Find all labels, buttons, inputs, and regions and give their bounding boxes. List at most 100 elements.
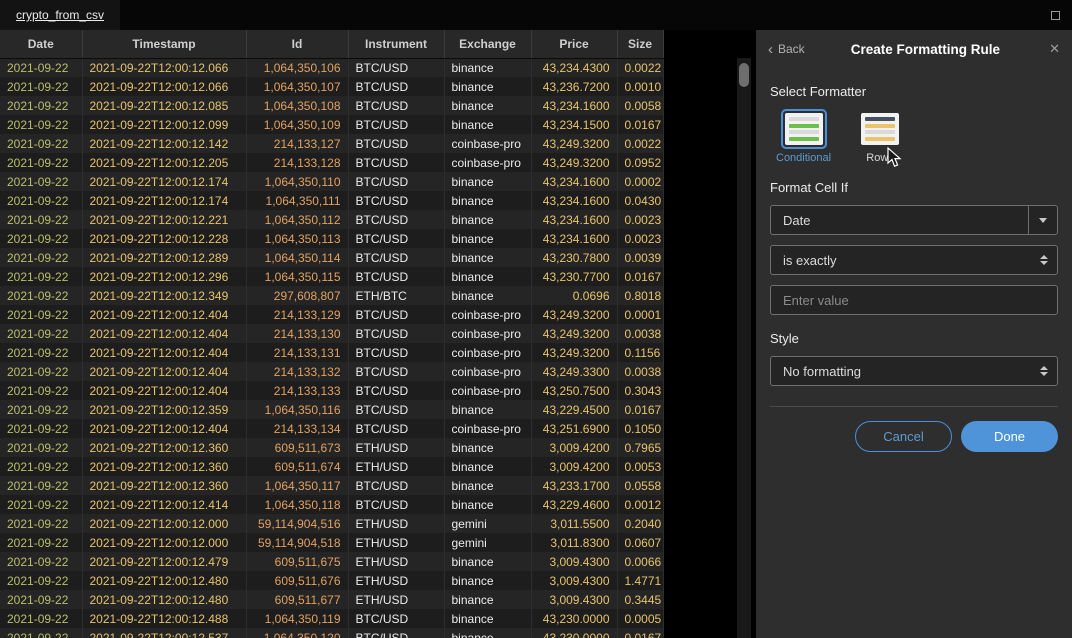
cell-price[interactable]: 43,234.1500 xyxy=(531,115,617,134)
cell-size[interactable]: 0.0023 xyxy=(617,229,663,248)
cell-date[interactable]: 2021-09-22 xyxy=(0,267,82,286)
cell-timestamp[interactable]: 2021-09-22T12:00:12.360 xyxy=(82,476,246,495)
cell-date[interactable]: 2021-09-22 xyxy=(0,77,82,96)
cell-instrument[interactable]: BTC/USD xyxy=(348,172,444,191)
cell-size[interactable]: 0.0430 xyxy=(617,191,663,210)
cell-size[interactable]: 0.3445 xyxy=(617,590,663,609)
cell-instrument[interactable]: BTC/USD xyxy=(348,400,444,419)
cell-instrument[interactable]: BTC/USD xyxy=(348,324,444,343)
cell-timestamp[interactable]: 2021-09-22T12:00:12.414 xyxy=(82,495,246,514)
cell-instrument[interactable]: ETH/BTC xyxy=(348,286,444,305)
cell-exchange[interactable]: binance xyxy=(444,267,531,286)
cell-timestamp[interactable]: 2021-09-22T12:00:12.000 xyxy=(82,533,246,552)
cell-timestamp[interactable]: 2021-09-22T12:00:12.360 xyxy=(82,438,246,457)
cell-timestamp[interactable]: 2021-09-22T12:00:12.205 xyxy=(82,153,246,172)
cell-size[interactable]: 0.3043 xyxy=(617,381,663,400)
cell-instrument[interactable]: BTC/USD xyxy=(348,191,444,210)
cell-size[interactable]: 0.0022 xyxy=(617,134,663,153)
cell-id[interactable]: 1,064,350,108 xyxy=(246,96,348,115)
formatter-option-conditional[interactable]: Conditional xyxy=(776,109,831,164)
cell-instrument[interactable]: BTC/USD xyxy=(348,115,444,134)
cell-id[interactable]: 214,133,133 xyxy=(246,381,348,400)
cell-date[interactable]: 2021-09-22 xyxy=(0,58,82,77)
cell-instrument[interactable]: BTC/USD xyxy=(348,229,444,248)
maximize-button[interactable] xyxy=(1038,0,1072,30)
cell-size[interactable]: 0.7965 xyxy=(617,438,663,457)
cell-exchange[interactable]: binance xyxy=(444,609,531,628)
cell-timestamp[interactable]: 2021-09-22T12:00:12.479 xyxy=(82,552,246,571)
cell-price[interactable]: 43,230.7700 xyxy=(531,267,617,286)
cell-instrument[interactable]: ETH/USD xyxy=(348,457,444,476)
cell-exchange[interactable]: coinbase-pro xyxy=(444,153,531,172)
column-header-id[interactable]: Id xyxy=(246,30,348,58)
cell-date[interactable]: 2021-09-22 xyxy=(0,210,82,229)
cell-date[interactable]: 2021-09-22 xyxy=(0,191,82,210)
cell-price[interactable]: 43,251.6900 xyxy=(531,419,617,438)
cell-price[interactable]: 43,230.0000 xyxy=(531,628,617,638)
cell-id[interactable]: 1,064,350,106 xyxy=(246,58,348,77)
cell-instrument[interactable]: BTC/USD xyxy=(348,210,444,229)
cell-exchange[interactable]: coinbase-pro xyxy=(444,305,531,324)
style-dropdown[interactable]: No formatting xyxy=(770,356,1058,386)
cell-timestamp[interactable]: 2021-09-22T12:00:12.228 xyxy=(82,229,246,248)
cell-price[interactable]: 3,011.8300 xyxy=(531,533,617,552)
cell-instrument[interactable]: ETH/USD xyxy=(348,590,444,609)
cell-instrument[interactable]: BTC/USD xyxy=(348,362,444,381)
cell-size[interactable]: 0.0167 xyxy=(617,267,663,286)
cell-exchange[interactable]: binance xyxy=(444,77,531,96)
cell-price[interactable]: 43,249.3200 xyxy=(531,134,617,153)
cell-date[interactable]: 2021-09-22 xyxy=(0,609,82,628)
cell-id[interactable]: 1,064,350,107 xyxy=(246,77,348,96)
cell-price[interactable]: 43,234.1600 xyxy=(531,191,617,210)
cell-price[interactable]: 43,249.3200 xyxy=(531,343,617,362)
cell-size[interactable]: 0.0038 xyxy=(617,362,663,381)
cell-exchange[interactable]: binance xyxy=(444,210,531,229)
cell-timestamp[interactable]: 2021-09-22T12:00:12.404 xyxy=(82,324,246,343)
cell-instrument[interactable]: BTC/USD xyxy=(348,134,444,153)
cell-instrument[interactable]: BTC/USD xyxy=(348,628,444,638)
cell-price[interactable]: 43,236.7200 xyxy=(531,77,617,96)
cell-size[interactable]: 0.0167 xyxy=(617,628,663,638)
cell-timestamp[interactable]: 2021-09-22T12:00:12.349 xyxy=(82,286,246,305)
cell-price[interactable]: 43,234.1600 xyxy=(531,172,617,191)
cell-size[interactable]: 0.0039 xyxy=(617,248,663,267)
cancel-button[interactable]: Cancel xyxy=(855,421,952,452)
cell-id[interactable]: 214,133,131 xyxy=(246,343,348,362)
cell-timestamp[interactable]: 2021-09-22T12:00:12.404 xyxy=(82,381,246,400)
cell-price[interactable]: 43,234.1600 xyxy=(531,96,617,115)
cell-id[interactable]: 609,511,676 xyxy=(246,571,348,590)
cell-instrument[interactable]: BTC/USD xyxy=(348,381,444,400)
cell-exchange[interactable]: binance xyxy=(444,476,531,495)
cell-date[interactable]: 2021-09-22 xyxy=(0,362,82,381)
cell-id[interactable]: 214,133,129 xyxy=(246,305,348,324)
cell-timestamp[interactable]: 2021-09-22T12:00:12.488 xyxy=(82,609,246,628)
cell-instrument[interactable]: BTC/USD xyxy=(348,609,444,628)
cell-date[interactable]: 2021-09-22 xyxy=(0,153,82,172)
cell-id[interactable]: 214,133,132 xyxy=(246,362,348,381)
cell-id[interactable]: 1,064,350,114 xyxy=(246,248,348,267)
cell-price[interactable]: 43,250.7500 xyxy=(531,381,617,400)
column-dropdown[interactable]: Date xyxy=(770,205,1058,235)
cell-id[interactable]: 297,608,807 xyxy=(246,286,348,305)
cell-timestamp[interactable]: 2021-09-22T12:00:12.142 xyxy=(82,134,246,153)
cell-id[interactable]: 1,064,350,115 xyxy=(246,267,348,286)
cell-price[interactable]: 3,009.4200 xyxy=(531,457,617,476)
value-input[interactable] xyxy=(771,286,1057,314)
cell-instrument[interactable]: BTC/USD xyxy=(348,153,444,172)
cell-id[interactable]: 609,511,677 xyxy=(246,590,348,609)
cell-timestamp[interactable]: 2021-09-22T12:00:12.066 xyxy=(82,77,246,96)
cell-date[interactable]: 2021-09-22 xyxy=(0,590,82,609)
cell-instrument[interactable]: BTC/USD xyxy=(348,476,444,495)
cell-price[interactable]: 43,230.7800 xyxy=(531,248,617,267)
cell-size[interactable]: 0.1156 xyxy=(617,343,663,362)
cell-price[interactable]: 43,234.1600 xyxy=(531,210,617,229)
cell-timestamp[interactable]: 2021-09-22T12:00:12.174 xyxy=(82,172,246,191)
scrollbar-thumb[interactable] xyxy=(739,63,749,87)
cell-date[interactable]: 2021-09-22 xyxy=(0,571,82,590)
cell-id[interactable]: 214,133,134 xyxy=(246,419,348,438)
cell-timestamp[interactable]: 2021-09-22T12:00:12.221 xyxy=(82,210,246,229)
cell-id[interactable]: 609,511,673 xyxy=(246,438,348,457)
cell-timestamp[interactable]: 2021-09-22T12:00:12.404 xyxy=(82,343,246,362)
cell-instrument[interactable]: BTC/USD xyxy=(348,495,444,514)
cell-size[interactable]: 0.0558 xyxy=(617,476,663,495)
